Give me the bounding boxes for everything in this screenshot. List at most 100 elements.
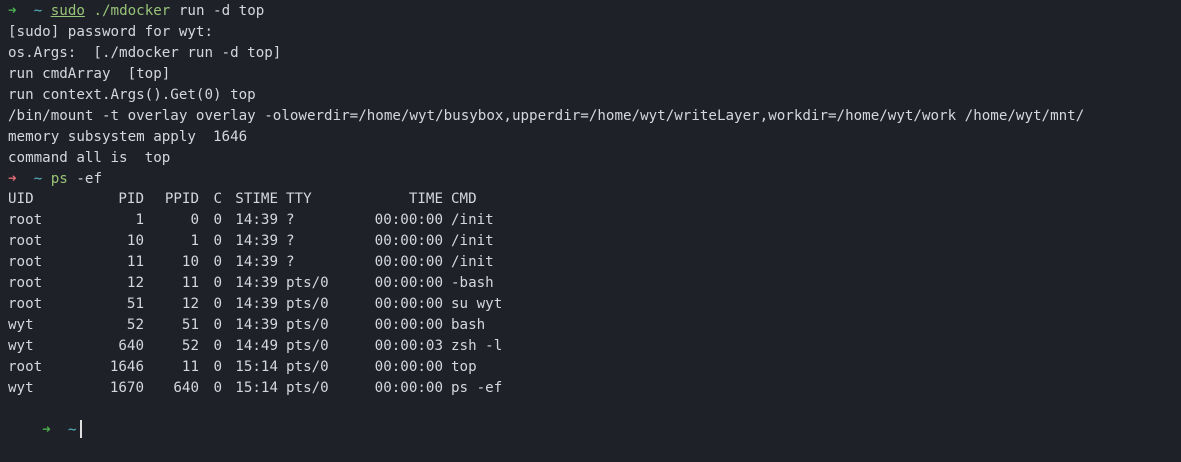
ps-cell-pid: 640	[118, 338, 144, 355]
ps-cell-uid: root	[8, 233, 43, 250]
output-line: /bin/mount -t overlay overlay -olowerdir…	[8, 107, 1085, 124]
command-token: run -d top	[170, 3, 265, 19]
ps-cell-tty: pts/0	[286, 317, 329, 334]
ps-header-ppid: PPID	[164, 191, 199, 208]
command-token: ps	[50, 170, 68, 187]
ps-cell-uid: root	[8, 359, 43, 376]
ps-cell-time: 00:00:00	[374, 317, 443, 334]
ps-table: UID PID PPID C STIME TTY TIME CMD root 1 0…	[8, 189, 502, 399]
ps-cell-tty: ?	[286, 212, 295, 229]
ps-cell-ppid: 51	[181, 317, 199, 334]
ps-cell-tty: ?	[286, 254, 295, 271]
ps-header-cmd: CMD	[451, 191, 477, 208]
ps-cell-uid: root	[8, 296, 43, 313]
ps-cell-time: 00:00:03	[374, 338, 443, 355]
table-row: wyt 1670 640 0 15:14 pts/0 00:00:00 ps -ef	[8, 378, 502, 399]
prompt-line: ➜ ~ ps -ef	[8, 169, 1181, 190]
prompt-arrow-icon: ➜	[8, 170, 17, 187]
ps-cell-time: 00:00:00	[374, 359, 443, 376]
ps-cell-uid: root	[8, 275, 43, 292]
prompt-directory: ~	[67, 421, 77, 438]
output-line: run context.Args().Get(0) top	[8, 86, 256, 103]
ps-cell-stime: 14:39	[235, 275, 278, 292]
ps-header-uid: UID	[8, 191, 34, 208]
ps-cell-cmd: su wyt	[451, 296, 503, 313]
table-row: wyt 640 52 0 14:49 pts/0 00:00:03 zsh -l	[8, 336, 502, 357]
table-row: root 12 11 0 14:39 pts/0 00:00:00 -bash	[8, 273, 502, 294]
ps-cell-c: 0	[213, 212, 222, 229]
ps-header-stime: STIME	[235, 191, 278, 208]
ps-cell-tty: pts/0	[286, 380, 329, 397]
text-cursor[interactable]	[80, 419, 83, 438]
ps-cell-c: 0	[213, 233, 222, 250]
ps-cell-c: 0	[213, 359, 222, 376]
prompt-directory: ~	[33, 170, 43, 187]
ps-cell-c: 0	[213, 317, 222, 334]
ps-cell-cmd: /init	[451, 254, 494, 271]
ps-cell-pid: 1670	[109, 380, 144, 397]
ps-cell-pid: 51	[126, 296, 144, 313]
ps-cell-pid: 10	[126, 233, 144, 250]
ps-cell-pid: 11	[126, 254, 144, 271]
ps-cell-uid: root	[8, 254, 43, 271]
ps-cell-tty: pts/0	[286, 359, 329, 376]
command-token: -ef	[67, 170, 102, 187]
ps-header-pid: PID	[118, 191, 144, 208]
ps-cell-ppid: 1	[190, 233, 199, 250]
ps-cell-stime: 14:39	[235, 233, 278, 250]
ps-cell-pid: 1646	[109, 359, 144, 376]
ps-table-body: root 1 0 0 14:39? 00:00:00/init root 10 1 0 14:39?…	[8, 210, 502, 399]
ps-cell-c: 0	[213, 380, 222, 397]
ps-cell-uid: wyt	[8, 380, 34, 397]
ps-cell-stime: 14:39	[235, 317, 278, 334]
prompt-line: ➜ ~ sudo ./mdocker run -d top	[8, 1, 1181, 22]
ps-cell-tty: pts/0	[286, 296, 329, 313]
ps-cell-c: 0	[213, 275, 222, 292]
ps-cell-uid: wyt	[8, 317, 34, 334]
ps-cell-ppid: 640	[173, 380, 199, 397]
prompt-directory: ~	[33, 3, 43, 19]
ps-cell-ppid: 11	[181, 275, 199, 292]
ps-cell-cmd: -bash	[451, 275, 494, 292]
ps-header-tty: TTY	[286, 191, 312, 208]
ps-cell-uid: root	[8, 212, 43, 229]
table-row: root 1646 11 0 15:14 pts/0 00:00:00 top	[8, 357, 502, 378]
ps-cell-ppid: 12	[181, 296, 199, 313]
ps-cell-cmd: /init	[451, 233, 494, 250]
ps-cell-stime: 14:49	[235, 338, 278, 355]
ps-cell-pid: 52	[126, 317, 144, 334]
table-row: wyt 52 51 0 14:39 pts/0 00:00:00 bash	[8, 315, 502, 336]
ps-cell-time: 00:00:00	[374, 233, 443, 250]
table-row: root 10 1 0 14:39? 00:00:00/init	[8, 231, 502, 252]
ps-cell-tty: pts/0	[286, 275, 329, 292]
ps-cell-cmd: bash	[451, 317, 486, 334]
ps-cell-stime: 15:14	[235, 359, 278, 376]
ps-cell-time: 00:00:00	[374, 296, 443, 313]
output-line: os.Args: [./mdocker run -d top]	[8, 44, 282, 61]
ps-cell-tty: pts/0	[286, 338, 329, 355]
table-row: root 51 12 0 14:39 pts/0 00:00:00 su wyt	[8, 294, 502, 315]
ps-cell-c: 0	[213, 254, 222, 271]
ps-cell-time: 00:00:00	[374, 254, 443, 271]
ps-header-time: TIME	[408, 191, 443, 208]
command-token: ./mdocker	[93, 3, 171, 19]
ps-cell-stime: 15:14	[235, 380, 278, 397]
terminal-history: ➜ ~ sudo ./mdocker run -d top [sudo] pass…	[8, 1, 1181, 189]
ps-cell-cmd: zsh -l	[451, 338, 503, 355]
output-line: run cmdArray [top]	[8, 65, 171, 82]
ps-cell-time: 00:00:00	[374, 275, 443, 292]
ps-cell-ppid: 11	[181, 359, 199, 376]
prompt-arrow-icon: ➜	[42, 421, 51, 438]
ps-cell-c: 0	[213, 338, 222, 355]
ps-cell-pid: 1	[135, 212, 144, 229]
ps-cell-ppid: 0	[190, 212, 199, 229]
ps-cell-stime: 14:39	[235, 212, 278, 229]
active-prompt-line[interactable]: ➜ ~	[8, 399, 1181, 438]
terminal-window[interactable]: ➜ ~ sudo ./mdocker run -d top [sudo] pass…	[0, 0, 1181, 438]
output-line: [sudo] password for wyt:	[8, 23, 213, 40]
prompt-arrow-icon: ➜	[8, 3, 17, 19]
ps-header-c: C	[213, 191, 222, 208]
ps-cell-pid: 12	[126, 275, 144, 292]
ps-cell-uid: wyt	[8, 338, 34, 355]
ps-cell-ppid: 52	[181, 338, 199, 355]
